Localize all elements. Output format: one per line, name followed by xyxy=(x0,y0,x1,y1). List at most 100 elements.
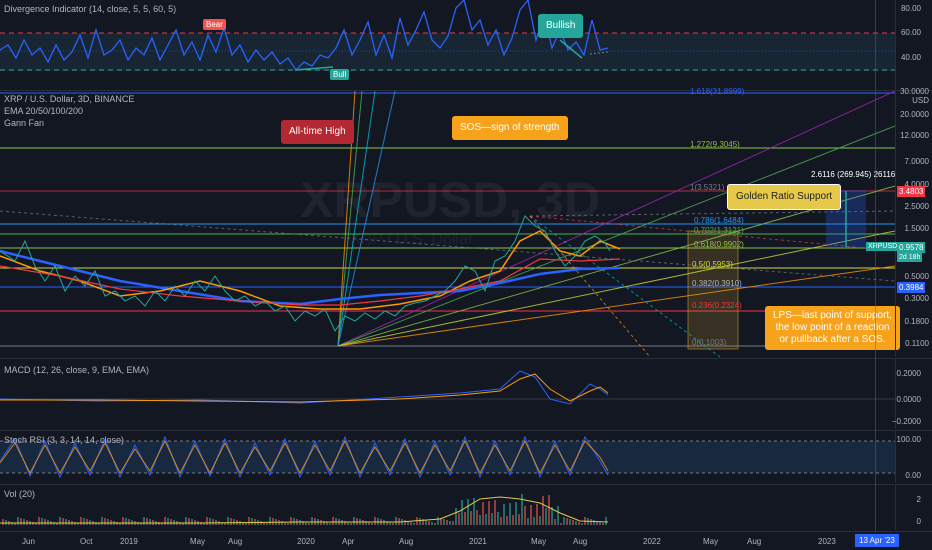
volume-bar xyxy=(467,499,469,525)
volume-bar xyxy=(20,518,22,525)
golden-ratio-callout[interactable]: Golden Ratio Support xyxy=(727,184,842,210)
volume-bar xyxy=(320,520,322,525)
volume-bar xyxy=(23,519,25,525)
volume-bar xyxy=(248,517,250,525)
time-label: 2019 xyxy=(120,537,138,546)
volume-bar xyxy=(308,523,310,525)
volume-bar xyxy=(374,517,376,525)
time-label: May xyxy=(703,537,719,546)
fib-label-1272: 1.272(9.3045) xyxy=(690,140,740,149)
macd-title[interactable]: MACD (12, 26, close, 9, EMA, EMA) xyxy=(4,365,149,375)
fib-label-0702: 0.702(1.3121) xyxy=(694,226,744,235)
volume-bar xyxy=(125,518,127,525)
divergence-pane[interactable]: Divergence Indicator (14, close, 5, 5, 6… xyxy=(0,0,932,90)
volume-title[interactable]: Vol (20) xyxy=(4,489,35,499)
volume-bar xyxy=(311,517,313,525)
volume-bar xyxy=(314,518,316,525)
volume-bar xyxy=(281,521,283,525)
volume-bar xyxy=(170,519,172,525)
stoch-rsi-pane[interactable]: Stoch RSI (3, 3, 14, 14, close) 100.00 0… xyxy=(0,431,932,483)
price-axis[interactable]: 30.0000 USD 20.0000 12.0000 7.0000 4.000… xyxy=(895,87,932,357)
price-tick-30: 30.0000 xyxy=(900,87,929,96)
volume-axis[interactable]: 2 0 xyxy=(895,485,932,530)
volume-bar xyxy=(458,513,460,525)
price-pane[interactable]: XRPUSD, 3D XRP / U.S. Dollar XRP / U.S. … xyxy=(0,87,932,357)
price-tag-green: 0.9578 xyxy=(897,242,926,253)
sos-callout[interactable]: SOS—sign of strength xyxy=(452,116,568,140)
volume-bar xyxy=(500,517,502,525)
time-axis[interactable]: Jun Oct 2019 May Aug 2020 Apr Aug 2021 M… xyxy=(0,532,932,550)
volume-bar xyxy=(572,520,574,525)
stoch-tick-100: 100.00 xyxy=(896,435,921,444)
price-tick-7: 7.0000 xyxy=(904,157,929,166)
time-label: 2023 xyxy=(818,537,836,546)
volume-bar xyxy=(533,517,535,525)
volume-bar xyxy=(410,522,412,525)
volume-bar xyxy=(65,519,67,525)
volume-bar xyxy=(392,523,394,525)
volume-bar xyxy=(599,522,601,525)
volume-bar xyxy=(560,523,562,525)
volume-bar xyxy=(269,517,271,525)
volume-bar xyxy=(200,522,202,525)
fib-label-0: 0(0.1003) xyxy=(692,338,727,347)
gann-legend[interactable]: Gann Fan xyxy=(4,118,44,128)
price-tick-12: 12.0000 xyxy=(900,131,929,140)
volume-bar xyxy=(404,520,406,525)
volume-bar xyxy=(146,518,148,525)
lps-callout[interactable]: LPS—last point of support, the low point… xyxy=(765,306,900,350)
volume-bar xyxy=(509,503,511,525)
stoch-rsi-title[interactable]: Stoch RSI (3, 3, 14, 14, close) xyxy=(4,435,124,445)
volume-bar xyxy=(566,518,568,525)
volume-bar xyxy=(575,521,577,525)
volume-bar xyxy=(41,518,43,525)
current-date-line xyxy=(875,0,876,532)
volume-bar xyxy=(557,506,559,525)
divergence-axis[interactable]: 80.00 60.00 40.00 xyxy=(895,0,932,90)
volume-bar xyxy=(482,502,484,525)
time-label: Apr xyxy=(342,537,355,546)
volume-bar xyxy=(164,517,166,525)
div-tick-40: 40.00 xyxy=(900,53,921,62)
volume-bar xyxy=(602,523,604,525)
volume-bar xyxy=(569,519,571,525)
volume-bar xyxy=(191,519,193,525)
volume-bar xyxy=(362,520,364,525)
volume-bar xyxy=(332,517,334,525)
fib-label-0618: 0.618(0.9902) xyxy=(694,240,744,249)
time-label: Aug xyxy=(399,537,414,546)
volume-bar xyxy=(548,495,550,525)
volume-bar xyxy=(494,500,496,525)
volume-bar xyxy=(356,518,358,525)
bullish-callout[interactable]: Bullish xyxy=(538,14,584,38)
fib-label-1618: 1.618(31.8999) xyxy=(690,87,745,96)
volume-bar xyxy=(449,521,451,525)
macd-axis[interactable]: 0.2000 0.0000 −0.2000 xyxy=(892,359,932,429)
all-time-high-callout[interactable]: All-time High xyxy=(281,120,354,144)
volume-bar xyxy=(62,518,64,525)
volume-bar xyxy=(512,515,514,525)
stoch-axis[interactable]: 100.00 0.00 xyxy=(895,431,932,483)
price-tag-red: 3.4803 xyxy=(897,186,926,197)
macd-tick-top: 0.2000 xyxy=(896,369,921,378)
volume-bar xyxy=(230,518,232,525)
symbol-title[interactable]: XRP / U.S. Dollar, 3D, BINANCE xyxy=(4,94,134,104)
volume-bar xyxy=(107,519,109,525)
symbol-tag: XRPUSD xyxy=(866,242,900,251)
price-tick-25: 2.5000 xyxy=(904,202,929,211)
volume-pane[interactable]: Vol (20) 2 0 xyxy=(0,485,932,530)
volume-bar xyxy=(329,523,331,525)
volume-bar xyxy=(233,519,235,525)
volume-bar xyxy=(491,513,493,525)
price-tick-20: 20.0000 xyxy=(900,110,929,119)
volume-bar xyxy=(593,520,595,525)
volume-bar xyxy=(104,518,106,525)
volume-bar xyxy=(452,521,454,525)
volume-bar xyxy=(209,518,211,525)
volume-bar xyxy=(431,522,433,525)
volume-bar xyxy=(437,517,439,525)
ema-legend[interactable]: EMA 20/50/100/200 xyxy=(4,106,83,116)
time-label: 2021 xyxy=(469,537,487,546)
macd-pane[interactable]: MACD (12, 26, close, 9, EMA, EMA) 0.2000… xyxy=(0,359,932,429)
fib-label-0382: 0.382(0.3910) xyxy=(692,279,742,288)
